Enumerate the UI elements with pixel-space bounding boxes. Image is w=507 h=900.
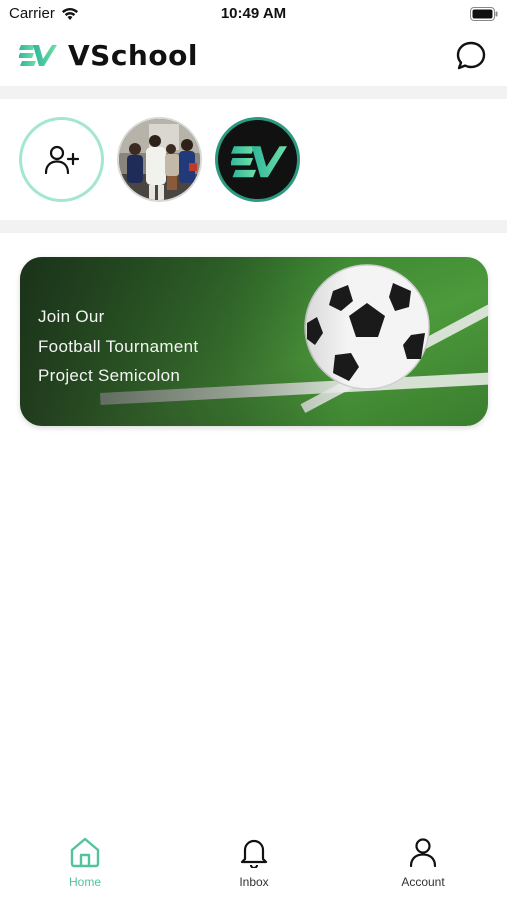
add-user-icon bbox=[45, 145, 79, 175]
banner-line: Project Semicolon bbox=[38, 366, 181, 385]
chat-bubble-icon[interactable] bbox=[455, 40, 487, 72]
banner-line: Join Our bbox=[38, 307, 105, 326]
tab-account-label: Account bbox=[401, 875, 445, 889]
add-friend-story[interactable] bbox=[19, 117, 104, 202]
group-photo-image bbox=[119, 119, 200, 200]
app-title: VSchool bbox=[68, 39, 198, 72]
tab-home[interactable]: Home bbox=[35, 836, 135, 889]
tab-inbox[interactable]: Inbox bbox=[204, 836, 304, 889]
tab-home-label: Home bbox=[68, 875, 101, 889]
app-header: VSchool bbox=[0, 30, 507, 86]
bottom-tab-bar: Home Inbox Account bbox=[0, 826, 507, 900]
status-bar: Carrier 10:49 AM bbox=[0, 0, 507, 30]
vschool-story[interactable] bbox=[215, 117, 300, 202]
tournament-banner[interactable]: Join Our Football Tournament Project Sem… bbox=[20, 257, 488, 426]
photo-story[interactable] bbox=[117, 117, 202, 202]
banner-line: Football Tournament bbox=[38, 336, 199, 356]
battery-icon bbox=[470, 7, 498, 21]
stories-row bbox=[19, 117, 489, 205]
status-time: 10:49 AM bbox=[220, 5, 287, 22]
tab-inbox-label: Inbox bbox=[239, 875, 269, 889]
vschool-logo-icon bbox=[19, 45, 57, 66]
home-icon bbox=[70, 837, 100, 868]
header-divider bbox=[0, 86, 507, 99]
stories-divider bbox=[0, 220, 507, 233]
banner-text: Join Our Football Tournament Project Sem… bbox=[38, 302, 198, 391]
bell-icon bbox=[240, 839, 268, 868]
user-icon bbox=[409, 838, 437, 868]
vschool-logo-icon bbox=[231, 146, 287, 178]
tab-account[interactable]: Account bbox=[373, 836, 473, 889]
